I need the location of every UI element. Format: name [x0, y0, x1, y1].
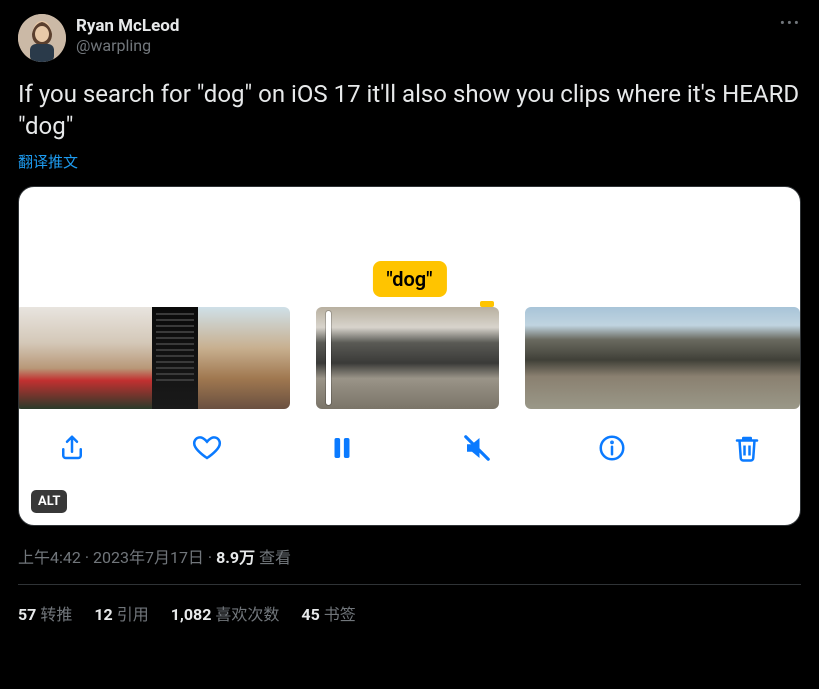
tweet-time[interactable]: 上午4:42 — [18, 548, 81, 567]
display-name: Ryan McLeod — [76, 16, 179, 36]
info-icon — [597, 433, 627, 463]
timeline-frame — [362, 307, 408, 409]
tweet-header: Ryan McLeod @warpling ••• — [18, 14, 801, 62]
heart-icon — [192, 433, 222, 463]
views-label: 查看 — [255, 548, 291, 567]
timeline-frame — [18, 307, 61, 409]
like-button[interactable] — [190, 431, 224, 465]
more-button[interactable]: ••• — [780, 14, 801, 32]
timeline-frame — [663, 307, 709, 409]
timeline-frame — [617, 307, 663, 409]
timeline-frame — [525, 307, 571, 409]
timeline-frame — [754, 307, 800, 409]
timeline-frame — [408, 307, 454, 409]
tweet-container: Ryan McLeod @warpling ••• If you search … — [0, 0, 819, 625]
translate-link[interactable]: 翻译推文 — [18, 151, 78, 172]
stat-retweets[interactable]: 57转推 — [18, 601, 72, 625]
search-term-badge: "dog" — [372, 261, 446, 297]
share-button[interactable] — [55, 431, 89, 465]
share-icon — [57, 433, 87, 463]
trash-button[interactable] — [730, 431, 764, 465]
stat-bookmarks[interactable]: 45书签 — [301, 601, 355, 625]
timeline-frame — [708, 307, 754, 409]
tweet-date[interactable]: 2023年7月17日 — [93, 548, 204, 567]
timeline-frame — [571, 307, 617, 409]
views-count: 8.9万 — [216, 548, 255, 567]
clip-group[interactable] — [525, 307, 800, 409]
pause-icon — [327, 433, 357, 463]
timeline-frame — [152, 307, 198, 409]
video-timeline[interactable] — [19, 307, 800, 409]
timeline-frame — [198, 307, 244, 409]
tweet-meta: 上午4:42 · 2023年7月17日 · 8.9万 查看 — [18, 544, 801, 568]
media-top-area: "dog" — [19, 187, 800, 307]
media-attachment[interactable]: "dog" — [18, 186, 801, 526]
playhead-tick — [480, 301, 494, 307]
tweet-stats: 57转推 12引用 1,082喜欢次数 45书签 — [18, 585, 801, 625]
timeline-frame — [61, 307, 107, 409]
avatar[interactable] — [18, 14, 66, 62]
mute-icon — [462, 433, 492, 463]
mute-button[interactable] — [460, 431, 494, 465]
trash-icon — [732, 433, 762, 463]
stat-likes[interactable]: 1,082喜欢次数 — [171, 601, 280, 625]
clip-group[interactable] — [316, 307, 499, 409]
info-button[interactable] — [595, 431, 629, 465]
stat-quotes[interactable]: 12引用 — [94, 601, 148, 625]
author-block[interactable]: Ryan McLeod @warpling — [76, 16, 179, 56]
handle: @warpling — [76, 36, 179, 55]
timeline-frame — [316, 307, 362, 409]
timeline-frame — [107, 307, 153, 409]
clip-group[interactable] — [18, 307, 290, 409]
alt-badge[interactable]: ALT — [31, 490, 67, 513]
media-toolbar — [19, 409, 800, 465]
tweet-text: If you search for "dog" on iOS 17 it'll … — [18, 78, 801, 143]
timeline-frame — [453, 307, 499, 409]
timeline-frame — [244, 307, 290, 409]
pause-button[interactable] — [325, 431, 359, 465]
